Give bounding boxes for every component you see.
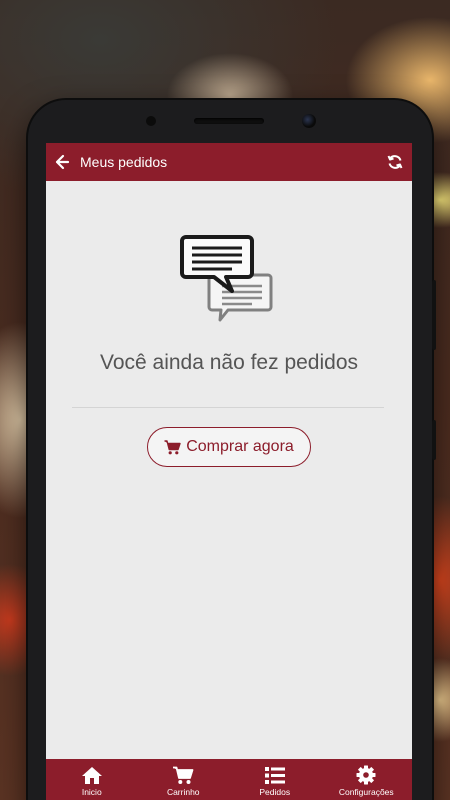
nav-label: Pedidos xyxy=(259,787,291,797)
nav-label: Carrinho xyxy=(166,787,200,797)
page-title: Meus pedidos xyxy=(80,154,168,170)
bottom-navigation: Inicio Carrinho Pedidos Configurações xyxy=(46,759,412,800)
chat-bubbles-icon xyxy=(180,233,274,331)
arrow-left-icon[interactable] xyxy=(54,153,72,171)
nav-item-carrinho[interactable]: Carrinho xyxy=(138,759,230,800)
nav-label: Inicio xyxy=(81,787,102,797)
app-bar: Meus pedidos xyxy=(46,143,412,181)
nav-item-configuracoes[interactable]: Configurações xyxy=(321,759,413,800)
main-content: Você ainda não fez pedidos Comprar agora xyxy=(46,181,412,759)
app-screen: Meus pedidos Você ainda não fez pedidos … xyxy=(46,143,412,800)
cart-icon xyxy=(172,765,194,785)
home-icon xyxy=(81,765,103,785)
cart-icon xyxy=(164,439,181,455)
nav-item-inicio[interactable]: Inicio xyxy=(46,759,138,800)
sensor xyxy=(146,116,156,126)
refresh-icon[interactable] xyxy=(386,153,404,171)
earpiece-speaker xyxy=(194,118,264,124)
gear-icon xyxy=(355,765,377,785)
phone-frame: Meus pedidos Você ainda não fez pedidos … xyxy=(28,100,436,800)
empty-state-message: Você ainda não fez pedidos xyxy=(99,351,359,374)
divider xyxy=(72,407,384,408)
front-camera xyxy=(302,114,316,128)
buy-now-button[interactable]: Comprar agora xyxy=(147,427,311,467)
nav-label: Configurações xyxy=(338,787,394,797)
list-icon xyxy=(264,765,286,785)
power-button xyxy=(432,420,436,460)
buy-now-label: Comprar agora xyxy=(186,438,294,455)
nav-item-pedidos[interactable]: Pedidos xyxy=(229,759,321,800)
volume-button xyxy=(432,280,436,350)
